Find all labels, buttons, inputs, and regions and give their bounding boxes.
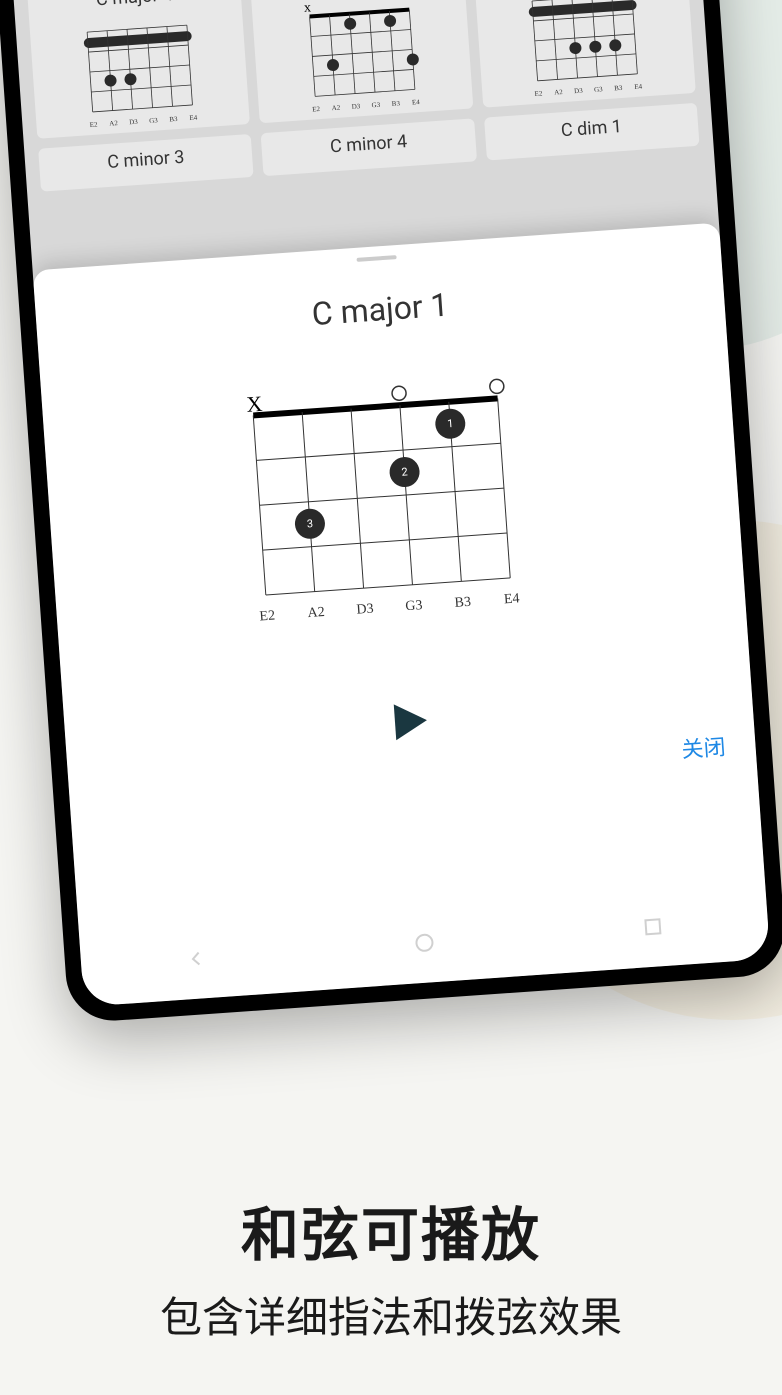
chord-card[interactable]: C dim 1	[484, 103, 700, 161]
chord-diagram-large: X	[215, 366, 572, 649]
marketing-copy: 和弦可播放 包含详细指法和拨弦效果	[0, 1188, 782, 1345]
chord-card[interactable]: C minor 4	[261, 118, 477, 176]
marketing-title: 和弦可播放	[0, 1188, 782, 1272]
svg-text:A2: A2	[307, 605, 325, 621]
chord-card-title: C major 4	[95, 0, 173, 10]
svg-text:B3: B3	[169, 115, 178, 124]
svg-text:2: 2	[401, 465, 408, 478]
chord-diagram-mini: E2 A2 D3 G3 B3 E4	[506, 0, 663, 97]
svg-text:A2: A2	[554, 88, 564, 97]
svg-text:E4: E4	[412, 98, 421, 107]
chord-detail-title: C major 1	[311, 286, 450, 333]
close-button[interactable]: 关闭	[680, 729, 726, 764]
svg-text:G3: G3	[371, 101, 381, 110]
svg-text:3: 3	[306, 517, 313, 530]
svg-text:E2: E2	[89, 121, 98, 129]
svg-text:G3: G3	[405, 598, 423, 614]
chord-card[interactable]: C minor 2	[472, 0, 695, 108]
chord-card-title: C minor 4	[329, 131, 408, 157]
svg-text:E2: E2	[535, 89, 544, 97]
svg-text:D3: D3	[351, 102, 361, 111]
svg-text:B3: B3	[391, 99, 400, 108]
svg-text:A2: A2	[331, 104, 341, 113]
svg-text:D3: D3	[129, 118, 139, 127]
chord-diagram-mini: E2 A2 D3 G3 B3 E4	[61, 8, 218, 128]
svg-text:x: x	[303, 0, 311, 15]
play-button[interactable]	[383, 696, 435, 751]
play-icon	[383, 696, 434, 747]
chord-card-title: C dim 1	[560, 116, 622, 141]
svg-text:E4: E4	[634, 82, 643, 91]
svg-text:1: 1	[447, 417, 454, 430]
svg-text:B3: B3	[454, 595, 471, 611]
nav-back-icon[interactable]	[183, 946, 209, 972]
svg-text:D3: D3	[356, 602, 374, 618]
chord-detail-sheet: C major 1 X	[33, 223, 771, 1007]
chord-diagram-mini: x	[284, 0, 441, 113]
svg-text:E4: E4	[189, 114, 198, 123]
phone-frame: E2 A2 D3 G3 B3 E4	[0, 0, 782, 1024]
open-string-mark	[392, 386, 407, 401]
svg-text:D3: D3	[574, 87, 584, 96]
svg-text:G3: G3	[594, 85, 604, 94]
nav-recent-icon[interactable]	[640, 914, 666, 940]
chord-card[interactable]: C major 4	[27, 0, 250, 139]
chord-card[interactable]: C minor 1 x	[250, 0, 473, 123]
open-string-mark	[489, 379, 504, 394]
svg-text:E2: E2	[312, 105, 321, 113]
svg-text:B3: B3	[614, 84, 623, 93]
chord-card[interactable]: C minor 3	[38, 134, 254, 192]
marketing-subtitle: 包含详细指法和拨弦效果	[0, 1284, 782, 1345]
sheet-drag-handle[interactable]	[357, 255, 397, 262]
chord-card-title: C minor 3	[107, 147, 186, 173]
phone-screen: E2 A2 D3 G3 B3 E4	[10, 0, 771, 1007]
nav-home-icon[interactable]	[412, 930, 438, 956]
svg-text:A2: A2	[109, 119, 119, 128]
chord-grid: E2 A2 D3 G3 B3 E4	[10, 0, 715, 203]
svg-text:E4: E4	[503, 591, 520, 607]
svg-text:E2: E2	[259, 608, 276, 624]
svg-text:G3: G3	[149, 116, 159, 125]
